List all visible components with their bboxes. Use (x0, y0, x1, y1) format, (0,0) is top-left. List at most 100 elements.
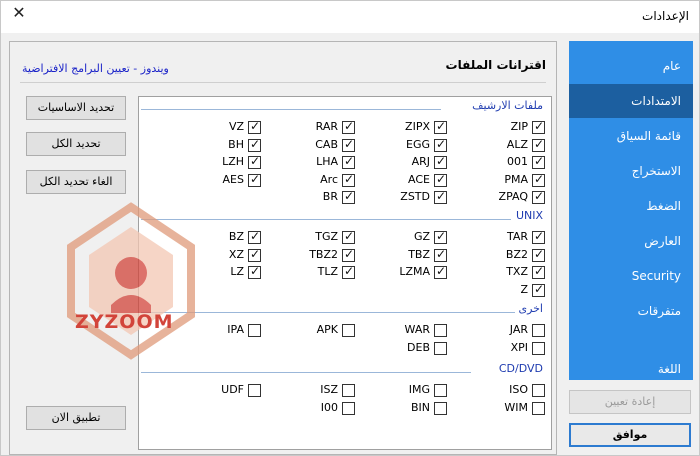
checkbox-box[interactable] (532, 172, 545, 187)
checkbox-box[interactable] (342, 137, 355, 152)
extension-checkbox[interactable]: ARJ (377, 154, 447, 170)
checkbox-box[interactable] (248, 247, 261, 262)
checkbox-box[interactable] (342, 324, 355, 337)
extension-checkbox[interactable]: 001 (475, 154, 545, 170)
extension-checkbox[interactable]: TGZ (285, 229, 355, 245)
extension-checkbox[interactable]: GZ (377, 229, 447, 245)
checkbox-box[interactable] (532, 324, 545, 337)
extension-checkbox[interactable]: PMA (475, 172, 545, 188)
extension-checkbox[interactable]: UDF (191, 382, 261, 398)
checkbox-box[interactable] (342, 384, 355, 397)
extension-checkbox[interactable]: TAR (475, 229, 545, 245)
sidebar-item-6[interactable]: Security (569, 259, 693, 293)
extension-checkbox[interactable]: Z (475, 282, 545, 298)
checkbox-box[interactable] (434, 189, 447, 204)
checkbox-box[interactable] (434, 401, 447, 415)
checkbox-box[interactable] (434, 384, 447, 397)
extension-checkbox[interactable]: IPA (191, 322, 261, 338)
checkbox-box[interactable] (434, 172, 447, 187)
checkbox-box[interactable] (248, 172, 261, 187)
checkbox-box[interactable] (434, 137, 447, 152)
checkbox-box[interactable] (342, 119, 355, 134)
checkbox-box[interactable] (342, 247, 355, 262)
extension-checkbox[interactable]: BZ (191, 229, 261, 245)
extension-checkbox[interactable]: BR (285, 189, 355, 205)
checkbox-box[interactable] (248, 119, 261, 134)
extension-checkbox[interactable]: RAR (285, 119, 355, 135)
extension-checkbox[interactable]: LZ (191, 264, 261, 280)
checkbox-box[interactable] (532, 341, 545, 355)
select-basic-button[interactable]: تحديد الاساسيات (26, 96, 126, 120)
extension-checkbox[interactable]: ZSTD (377, 189, 447, 205)
checkbox-box[interactable] (342, 264, 355, 279)
extension-checkbox[interactable]: LHA (285, 154, 355, 170)
extension-checkbox[interactable]: VZ (191, 119, 261, 135)
extension-checkbox[interactable]: ZPAQ (475, 189, 545, 205)
extension-checkbox[interactable]: DEB (377, 340, 447, 356)
extension-checkbox[interactable]: TBZ (377, 247, 447, 263)
reset-button[interactable]: إعادة تعيين (569, 390, 691, 414)
checkbox-box[interactable] (342, 154, 355, 169)
extension-checkbox[interactable]: ISO (475, 382, 545, 398)
checkbox-box[interactable] (532, 282, 545, 297)
extension-checkbox[interactable]: BIN (377, 400, 447, 416)
checkbox-box[interactable] (248, 324, 261, 337)
sidebar-item-1[interactable]: الامتدادات (569, 84, 693, 118)
checkbox-box[interactable] (342, 172, 355, 187)
extension-checkbox[interactable]: WIM (475, 400, 545, 416)
checkbox-box[interactable] (532, 154, 545, 169)
extension-checkbox[interactable]: XPI (475, 340, 545, 356)
sidebar-item-2[interactable]: قائمة السياق (569, 119, 693, 153)
checkbox-box[interactable] (248, 264, 261, 279)
checkbox-box[interactable] (434, 154, 447, 169)
checkbox-box[interactable] (248, 229, 261, 244)
extension-checkbox[interactable]: LZH (191, 154, 261, 170)
sidebar-item-3[interactable]: الاستخراج (569, 154, 693, 188)
sidebar-item-4[interactable]: الضغط (569, 189, 693, 223)
extension-checkbox[interactable]: CAB (285, 137, 355, 153)
extension-checkbox[interactable]: TLZ (285, 264, 355, 280)
extension-checkbox[interactable]: ZIPX (377, 119, 447, 135)
extension-checkbox[interactable]: BZ2 (475, 247, 545, 263)
checkbox-box[interactable] (532, 264, 545, 279)
close-icon[interactable]: ✕ (9, 3, 29, 23)
checkbox-box[interactable] (434, 341, 447, 355)
checkbox-box[interactable] (532, 384, 545, 397)
checkbox-box[interactable] (532, 119, 545, 134)
checkbox-box[interactable] (342, 189, 355, 204)
extension-checkbox[interactable]: JAR (475, 322, 545, 338)
checkbox-box[interactable] (248, 384, 261, 397)
extension-checkbox[interactable]: TXZ (475, 264, 545, 280)
extension-checkbox[interactable]: ISZ (285, 382, 355, 398)
sidebar-item-5[interactable]: العارض (569, 224, 693, 258)
checkbox-box[interactable] (248, 154, 261, 169)
checkbox-box[interactable] (342, 229, 355, 244)
extension-checkbox[interactable]: ALZ (475, 137, 545, 153)
extension-checkbox[interactable]: ACE (377, 172, 447, 188)
checkbox-box[interactable] (434, 229, 447, 244)
checkbox-box[interactable] (532, 401, 545, 415)
sidebar-item-8[interactable]: اللغة (569, 352, 693, 386)
extension-checkbox[interactable]: BH (191, 137, 261, 153)
extension-checkbox[interactable]: TBZ2 (285, 247, 355, 263)
extension-checkbox[interactable]: XZ (191, 247, 261, 263)
ok-button[interactable]: موافق (569, 423, 691, 447)
apply-now-button[interactable]: تطبيق الان (26, 406, 126, 430)
extension-checkbox[interactable]: WAR (377, 322, 447, 338)
checkbox-box[interactable] (532, 137, 545, 152)
checkbox-box[interactable] (342, 401, 355, 415)
extension-checkbox[interactable]: I00 (285, 400, 355, 416)
extension-checkbox[interactable]: APK (285, 322, 355, 338)
default-programs-link[interactable]: ويندوز - تعيين البرامج الافتراضية (22, 62, 169, 75)
checkbox-box[interactable] (434, 119, 447, 134)
checkbox-box[interactable] (248, 137, 261, 152)
checkbox-box[interactable] (532, 189, 545, 204)
checkbox-box[interactable] (532, 247, 545, 262)
checkbox-box[interactable] (532, 229, 545, 244)
select-all-button[interactable]: تحديد الكل (26, 132, 126, 156)
checkbox-box[interactable] (434, 247, 447, 262)
sidebar-item-7[interactable]: متفرقات (569, 294, 693, 328)
checkbox-box[interactable] (434, 264, 447, 279)
extension-checkbox[interactable]: IMG (377, 382, 447, 398)
extension-checkbox[interactable]: LZMA (377, 264, 447, 280)
